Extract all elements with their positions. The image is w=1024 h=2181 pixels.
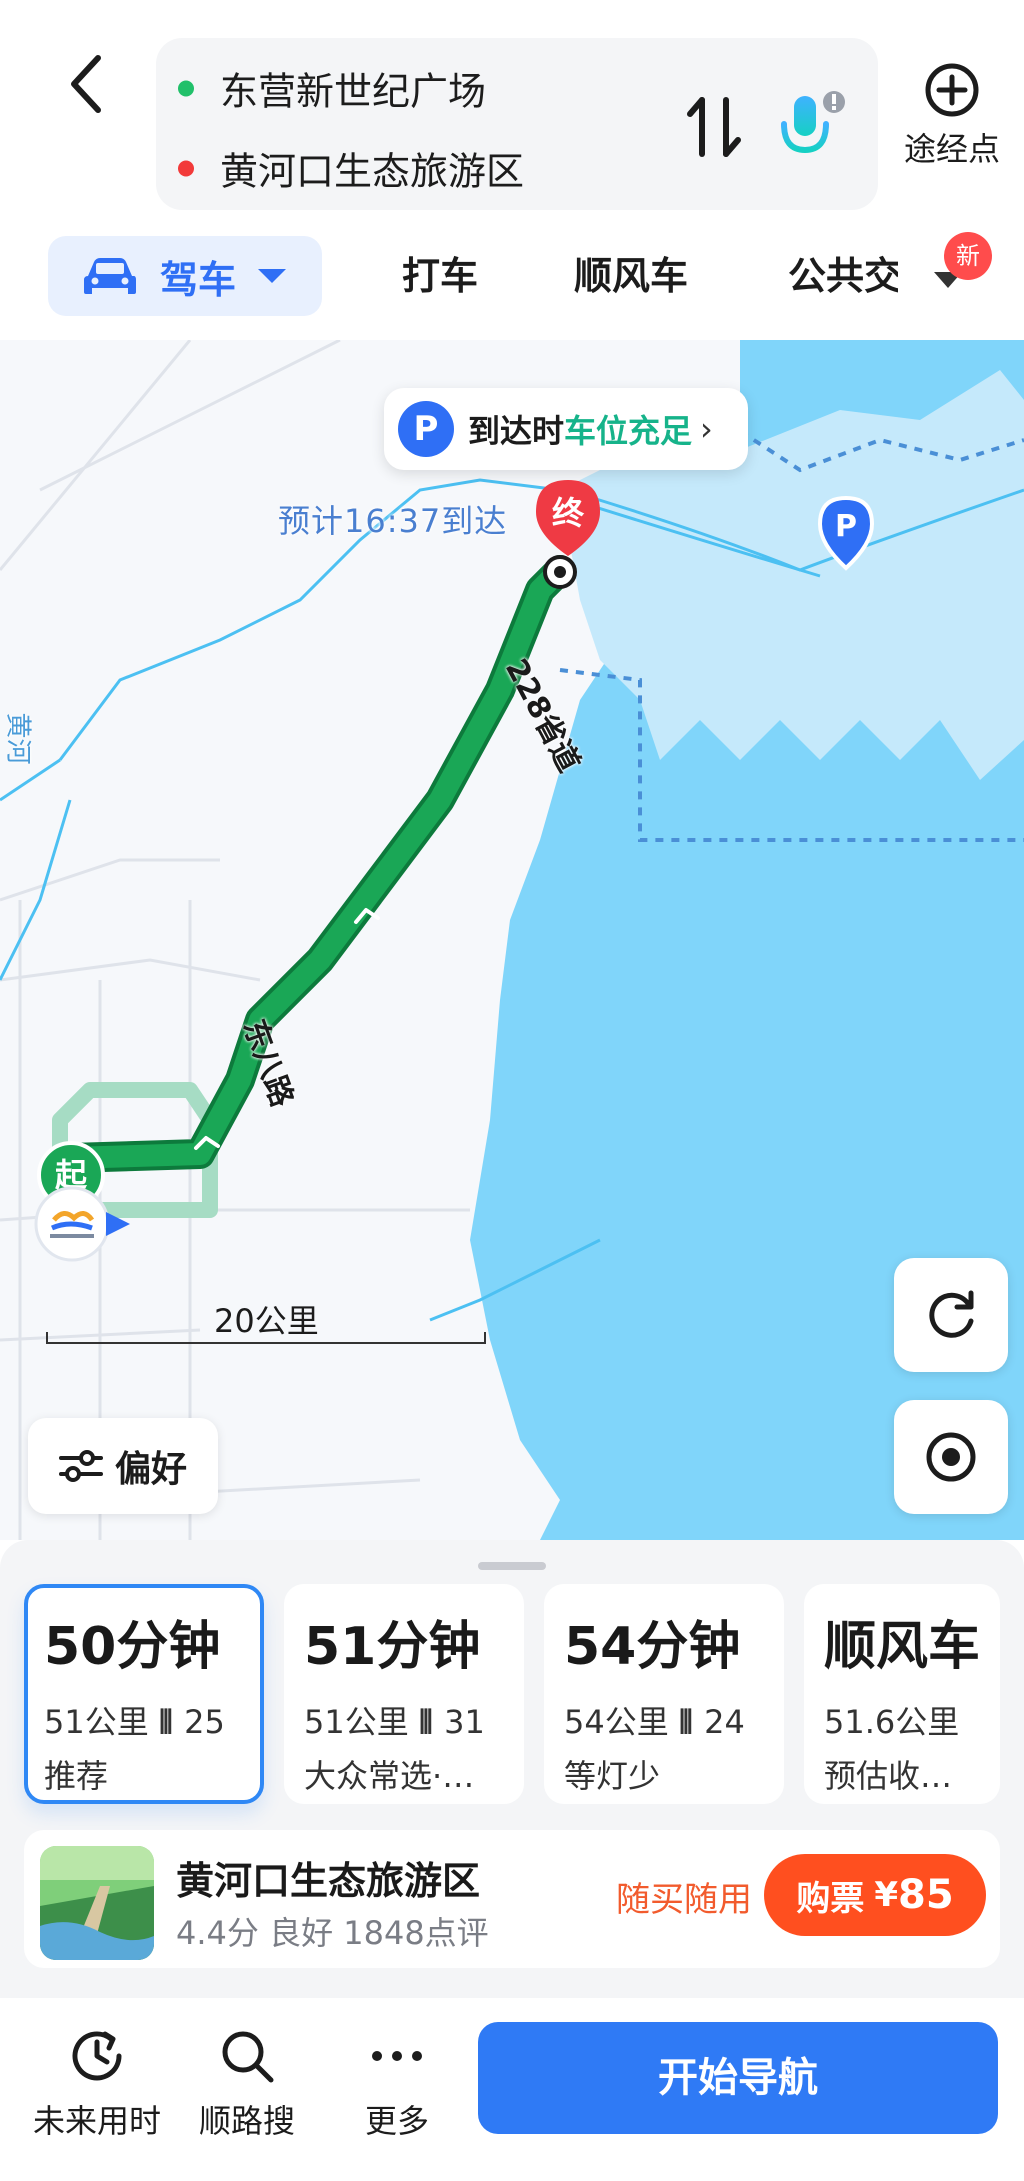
along-route-search-button[interactable]: 顺路搜 <box>172 2026 322 2142</box>
current-location-avatar[interactable] <box>30 1184 140 1264</box>
route-distance-row: 51公里 ⦀ 25 <box>44 1697 244 1743</box>
tab-transit[interactable]: 公共交 <box>788 236 898 316</box>
buy-ticket-button[interactable]: 购票 ¥ 85 <box>764 1854 986 1936</box>
future-time-button[interactable]: 未来用时 <box>22 2026 172 2142</box>
route-tag: 等灯少 <box>564 1757 661 1795</box>
route-distance: 51公里 <box>304 1703 409 1741</box>
travel-mode-tabs: 驾车 打车 顺风车 公共交 新 <box>0 232 1024 320</box>
svg-text:P: P <box>835 509 857 544</box>
voice-input-button[interactable] <box>772 88 848 168</box>
route-option-2[interactable]: 51分钟 51公里 ⦀ 31 大众常选·灯多 <box>284 1584 524 1804</box>
destination-point-icon <box>543 555 577 589</box>
route-input-box: 东营新世纪广场 黄河口生态旅游区 <box>156 38 878 210</box>
along-route-search-label: 顺路搜 <box>198 2102 295 2140</box>
route-time: 顺风车 <box>824 1617 981 1677</box>
destination-dot-icon <box>178 160 194 176</box>
buy-label: 购票 <box>796 1878 865 1919</box>
route-lights: 31 <box>444 1703 485 1741</box>
refresh-button[interactable] <box>894 1258 1008 1372</box>
route-distance-row: 51公里 ⦀ 31 <box>304 1697 504 1743</box>
tab-carpool[interactable]: 顺风车 <box>574 236 688 316</box>
add-circle-icon <box>925 63 979 117</box>
sliders-icon <box>58 1450 103 1482</box>
locate-button[interactable] <box>894 1400 1008 1514</box>
end-marker-label: 终 <box>552 494 585 532</box>
chevron-down-icon <box>258 269 287 283</box>
start-navigation-button[interactable]: 开始导航 <box>478 2022 998 2134</box>
route-sheet: 50分钟 51公里 ⦀ 25 推荐 51分钟 51公里 ⦀ 31 大众常选·灯多… <box>0 1540 1024 2181</box>
swap-button[interactable] <box>684 92 744 162</box>
bottom-action-bar: 未来用时 顺路搜 更多 开始导航 <box>0 1998 1024 2181</box>
search-icon <box>222 2031 274 2083</box>
price-currency: ¥ <box>874 1875 898 1915</box>
traffic-light-icon: ⦀ <box>158 1703 185 1741</box>
tab-drive[interactable]: 驾车 <box>48 236 322 316</box>
route-lights: 24 <box>704 1703 745 1741</box>
route-tag: 预估收入¥... <box>824 1757 980 1795</box>
route-distance: 51公里 <box>44 1703 149 1741</box>
traffic-light-icon: ⦀ <box>418 1703 445 1741</box>
parking-prefix: 到达时 <box>468 412 565 450</box>
destination-text[interactable]: 黄河口生态旅游区 <box>220 141 524 196</box>
origin-row[interactable]: 东营新世纪广场 <box>178 61 486 116</box>
route-distance-row: 54公里 ⦀ 24 <box>564 1697 764 1743</box>
route-line <box>55 555 575 1173</box>
price-value: 85 <box>898 1872 954 1918</box>
parking-info-pill[interactable]: P 到达时 车位充足 › <box>384 388 748 470</box>
route-option-3[interactable]: 54分钟 54公里 ⦀ 24 等灯少 <box>544 1584 784 1804</box>
river-label: 黄河 <box>2 712 33 765</box>
more-label: 更多 <box>364 2102 429 2140</box>
preference-button[interactable]: 偏好 <box>28 1418 218 1514</box>
origin-dot-icon <box>178 80 194 96</box>
parking-status: 车位充足 <box>564 412 693 450</box>
origin-text[interactable]: 东营新世纪广场 <box>220 61 486 116</box>
route-tag: 大众常选·灯多 <box>304 1757 504 1795</box>
map-view[interactable]: P P 到达时 车位充足 › 预计16:37到达 终 228省道 东八路 黄河 … <box>0 340 1024 1540</box>
chevron-right-icon: › <box>700 410 713 448</box>
poi-name: 黄河口生态旅游区 <box>176 1859 481 1903</box>
scale-bar <box>46 1332 486 1344</box>
tab-drive-label: 驾车 <box>160 257 237 302</box>
route-lights: 25 <box>184 1703 225 1741</box>
poi-promo: 随买随用 <box>616 1880 752 1920</box>
route-time: 50分钟 <box>44 1617 221 1677</box>
poi-rating: 4.4分 良好 1848点评 <box>176 1914 489 1952</box>
route-time: 54分钟 <box>564 1617 741 1677</box>
route-option-1[interactable]: 50分钟 51公里 ⦀ 25 推荐 <box>24 1584 264 1804</box>
map-canvas: P <box>0 340 1024 1540</box>
future-time-label: 未来用时 <box>32 2102 161 2140</box>
more-button[interactable]: 更多 <box>322 2026 472 2142</box>
back-icon <box>71 55 101 113</box>
back-button[interactable] <box>62 52 112 116</box>
clock-icon <box>72 2031 122 2081</box>
route-header: 东营新世纪广场 黄河口生态旅游区 途经点 驾车 打车 顺风车 公共交 新 <box>0 0 1024 340</box>
traffic-light-icon: ⦀ <box>678 1703 705 1741</box>
parking-icon: P <box>398 401 454 457</box>
route-option-carpool[interactable]: 顺风车 51.6公里 预估收入¥... <box>804 1584 1000 1804</box>
tab-taxi[interactable]: 打车 <box>402 236 478 316</box>
more-dots-icon <box>372 2051 422 2061</box>
route-distance: 54公里 <box>564 1703 669 1741</box>
route-tag: 推荐 <box>44 1757 109 1795</box>
poi-thumbnail <box>40 1846 154 1960</box>
preference-label: 偏好 <box>114 1449 187 1490</box>
locate-icon <box>926 1432 976 1482</box>
add-waypoint-button[interactable]: 途经点 <box>892 62 1012 170</box>
destination-poi-card[interactable]: 黄河口生态旅游区 4.4分 良好 1848点评 随买随用 购票 ¥ 85 <box>24 1830 1000 1968</box>
swap-icon <box>687 97 741 157</box>
eta-label: 预计16:37到达 <box>278 502 508 540</box>
new-badge: 新 <box>944 232 992 280</box>
mic-icon <box>781 91 845 165</box>
sheet-drag-handle[interactable] <box>478 1562 546 1570</box>
waypoint-label: 途经点 <box>903 130 1000 168</box>
location-avatar-icon <box>34 1186 130 1262</box>
route-distance: 51.6公里 <box>824 1703 960 1741</box>
refresh-icon <box>929 1290 974 1338</box>
car-icon <box>84 258 136 294</box>
route-time: 51分钟 <box>304 1617 481 1677</box>
destination-row[interactable]: 黄河口生态旅游区 <box>178 141 524 196</box>
